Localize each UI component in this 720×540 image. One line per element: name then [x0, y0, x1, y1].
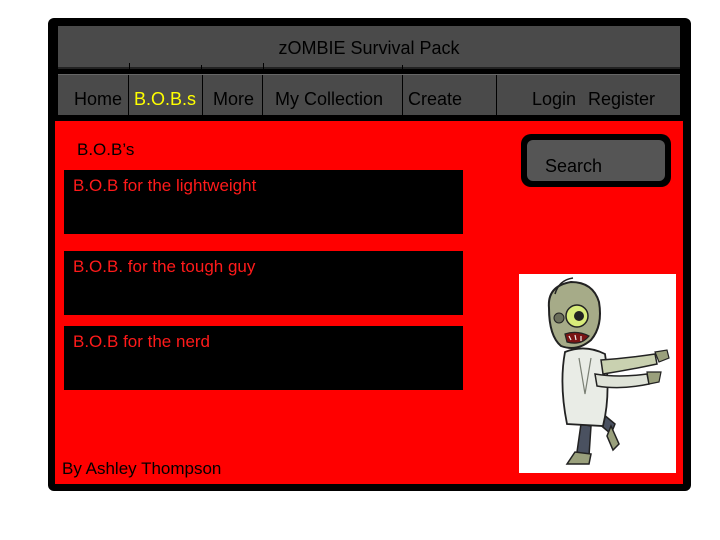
nav-tick: [129, 63, 130, 71]
bob-card-label: B.O.B for the lightweight: [73, 176, 257, 195]
nav-login[interactable]: Login: [532, 75, 576, 115]
bob-card-tough-guy[interactable]: B.O.B. for the tough guy: [64, 251, 463, 315]
nav-bobs[interactable]: B.O.B.s: [134, 75, 196, 115]
search-input[interactable]: Search: [527, 140, 665, 181]
bob-card-lightweight[interactable]: B.O.B for the lightweight: [64, 170, 463, 234]
nav-divider: [262, 75, 263, 115]
nav-divider: [496, 75, 497, 115]
nav-more[interactable]: More: [213, 75, 254, 115]
zombie-image: [519, 274, 676, 473]
author-credit: By Ashley Thompson: [62, 459, 222, 478]
nav-my-collection[interactable]: My Collection: [275, 75, 383, 115]
nav-home[interactable]: Home: [74, 75, 122, 115]
page-heading: B.O.B’s: [77, 140, 135, 159]
nav-divider: [128, 75, 129, 115]
bob-card-nerd[interactable]: B.O.B for the nerd: [64, 326, 463, 390]
nav-create[interactable]: Create: [408, 75, 462, 115]
nav-divider: [402, 75, 403, 115]
site-title: zOMBIE Survival Pack: [58, 26, 680, 69]
nav-divider: [202, 75, 203, 115]
nav-tick: [263, 63, 264, 71]
bob-card-label: B.O.B. for the tough guy: [73, 257, 256, 276]
nav-tick: [402, 65, 403, 73]
nav-tick: [201, 65, 202, 73]
nav-bar: Home B.O.B.s More My Collection Create L…: [58, 63, 680, 115]
zombie-illustration-icon: [547, 277, 670, 465]
search-box[interactable]: Search: [521, 134, 671, 187]
bob-card-label: B.O.B for the nerd: [73, 332, 211, 351]
nav-register[interactable]: Register: [588, 75, 655, 115]
